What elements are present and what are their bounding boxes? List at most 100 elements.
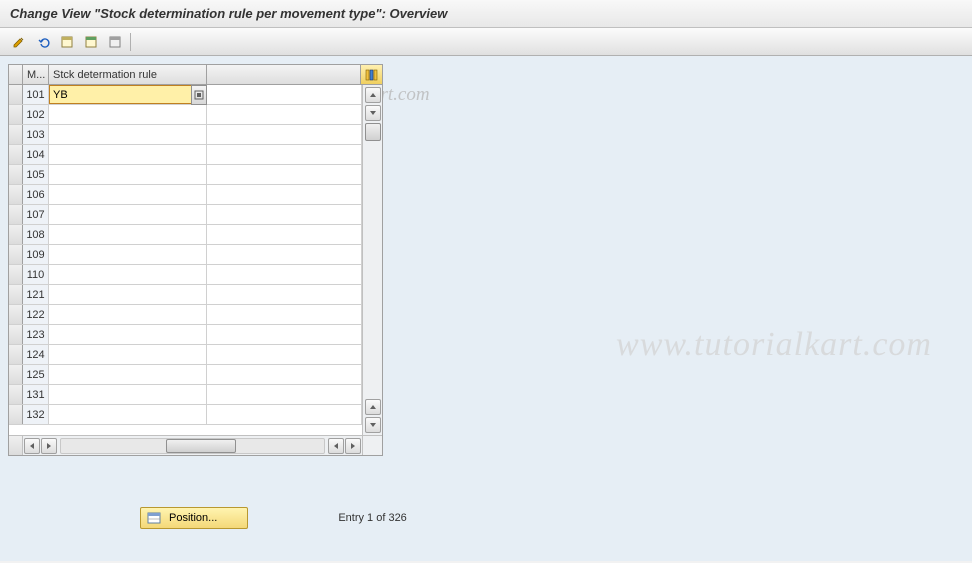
row-selector[interactable] (9, 85, 23, 104)
cell-movement-type: 108 (23, 225, 49, 244)
undo-button[interactable] (32, 32, 54, 52)
scroll-down-button[interactable] (365, 105, 381, 121)
value-help-button[interactable] (191, 85, 207, 105)
row-selector[interactable] (9, 345, 23, 364)
rule-input[interactable] (49, 225, 206, 244)
column-header-mvt[interactable]: M... (23, 65, 49, 84)
table-header-row: M... Stck determation rule (9, 65, 382, 85)
cell-determination-rule (49, 345, 207, 364)
cell-gap (207, 305, 362, 324)
rule-input[interactable] (49, 405, 206, 424)
table-row: 108 (9, 225, 362, 245)
table-row: 122 (9, 305, 362, 325)
table-row: 124 (9, 345, 362, 365)
rule-input[interactable] (49, 385, 206, 404)
row-selector[interactable] (9, 105, 23, 124)
row-selector[interactable] (9, 165, 23, 184)
content-area: © www.tutorialkart.com www.tutorialkart.… (0, 56, 972, 561)
row-selector[interactable] (9, 365, 23, 384)
cell-movement-type: 101 (23, 85, 49, 104)
horizontal-scroll-track[interactable] (60, 438, 325, 454)
watermark-large: www.tutorialkart.com (616, 326, 932, 364)
rule-input[interactable] (49, 325, 206, 344)
position-button-label: Position... (169, 512, 217, 524)
table-row: 104 (9, 145, 362, 165)
row-selector[interactable] (9, 265, 23, 284)
row-selector[interactable] (9, 185, 23, 204)
cell-determination-rule (49, 105, 207, 124)
cell-movement-type: 110 (23, 265, 49, 284)
column-header-selector[interactable] (9, 65, 23, 84)
scroll-right-button-2[interactable] (345, 438, 361, 454)
row-selector[interactable] (9, 225, 23, 244)
row-selector[interactable] (9, 305, 23, 324)
cell-movement-type: 131 (23, 385, 49, 404)
scroll-up-button-bottom[interactable] (365, 399, 381, 415)
data-table: M... Stck determation rule 1011021031041… (8, 64, 383, 456)
row-selector[interactable] (9, 325, 23, 344)
cell-gap (207, 125, 362, 144)
scroll-left-button-2[interactable] (328, 438, 344, 454)
table-row: 105 (9, 165, 362, 185)
cell-gap (207, 285, 362, 304)
scroll-up-button[interactable] (365, 87, 381, 103)
row-selector[interactable] (9, 145, 23, 164)
horizontal-scroll-thumb[interactable] (166, 439, 236, 453)
row-selector[interactable] (9, 205, 23, 224)
cell-determination-rule (49, 265, 207, 284)
cell-gap (207, 205, 362, 224)
table-row: 107 (9, 205, 362, 225)
scroll-right-button[interactable] (41, 438, 57, 454)
table-row: 101 (9, 85, 362, 105)
column-header-rule[interactable]: Stck determation rule (49, 65, 207, 84)
rule-input[interactable] (49, 205, 206, 224)
rule-input[interactable] (49, 145, 206, 164)
cell-determination-rule (49, 325, 207, 344)
footer-bar: Position... Entry 1 of 326 (0, 499, 972, 537)
cell-movement-type: 121 (23, 285, 49, 304)
cell-determination-rule (49, 225, 207, 244)
table-row: 131 (9, 385, 362, 405)
row-selector[interactable] (9, 245, 23, 264)
cell-gap (207, 145, 362, 164)
cell-gap (207, 245, 362, 264)
select-block-button[interactable] (80, 32, 102, 52)
table-settings-button[interactable] (360, 65, 382, 84)
cell-movement-type: 106 (23, 185, 49, 204)
rule-input[interactable] (49, 365, 206, 384)
vertical-scroll-thumb[interactable] (365, 123, 381, 141)
row-selector[interactable] (9, 125, 23, 144)
rule-input[interactable] (49, 345, 206, 364)
cell-determination-rule (49, 405, 207, 424)
position-icon (147, 512, 161, 524)
rule-input[interactable] (49, 265, 206, 284)
row-selector[interactable] (9, 385, 23, 404)
table-row: 110 (9, 265, 362, 285)
scroll-left-button[interactable] (24, 438, 40, 454)
cell-movement-type: 124 (23, 345, 49, 364)
cell-determination-rule (49, 185, 207, 204)
row-selector[interactable] (9, 285, 23, 304)
toggle-display-change-button[interactable] (8, 32, 30, 52)
hscroll-corner-right (362, 436, 382, 455)
row-selector[interactable] (9, 405, 23, 424)
cell-gap (207, 365, 362, 384)
rule-input[interactable] (49, 305, 206, 324)
vertical-scroll-track[interactable] (365, 123, 381, 397)
table-row: 109 (9, 245, 362, 265)
deselect-all-button[interactable] (104, 32, 126, 52)
scroll-down-button-bottom[interactable] (365, 417, 381, 433)
rule-input[interactable] (49, 245, 206, 264)
rule-input[interactable] (49, 285, 206, 304)
position-button[interactable]: Position... (140, 507, 248, 529)
rule-input[interactable] (49, 105, 206, 124)
rule-input[interactable] (49, 85, 206, 104)
rule-input[interactable] (49, 185, 206, 204)
cell-gap (207, 265, 362, 284)
rule-input[interactable] (49, 165, 206, 184)
table-row: 125 (9, 365, 362, 385)
cell-determination-rule (49, 365, 207, 384)
select-all-button[interactable] (56, 32, 78, 52)
cell-movement-type: 107 (23, 205, 49, 224)
rule-input[interactable] (49, 125, 206, 144)
